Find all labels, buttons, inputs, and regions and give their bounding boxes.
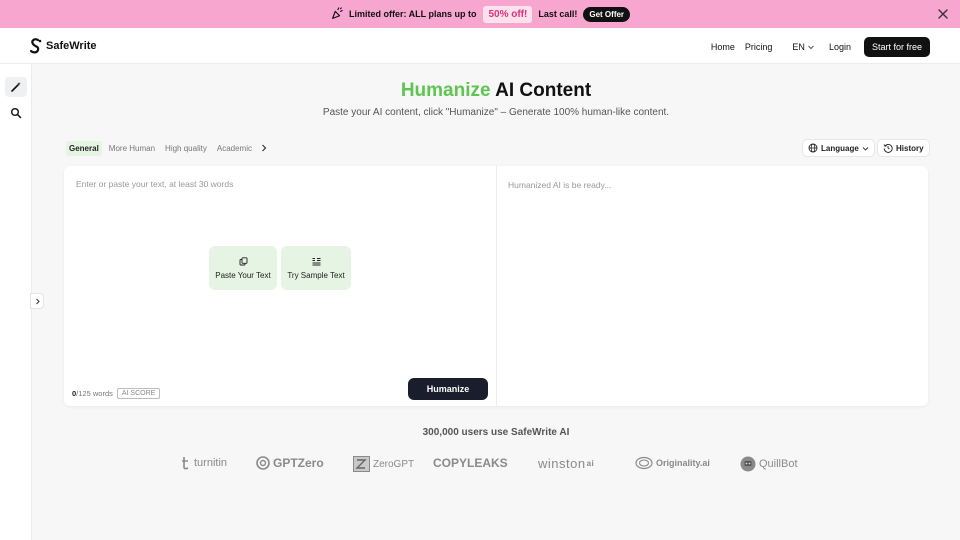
brand-logo[interactable]: SafeWrite: [28, 37, 97, 54]
tab-high-quality[interactable]: High quality: [162, 141, 210, 156]
input-textarea[interactable]: [70, 174, 490, 366]
partner-logos: turnitin GPTZero ZeroGPT COPYLEAKS winst…: [0, 452, 960, 478]
humanizer-editor: Humanized AI is be ready... Paste Your T…: [64, 166, 928, 406]
sample-text-icon: [312, 257, 320, 265]
chevron-right-icon: [35, 298, 40, 304]
turnitin-logo: turnitin: [182, 456, 227, 470]
turnitin-logo-icon: [182, 457, 189, 470]
tab-general[interactable]: General: [66, 140, 102, 156]
top-nav: SafeWrite Home Pricing EN Login Start fo…: [0, 28, 960, 64]
chevron-right-icon[interactable]: [259, 143, 269, 153]
quillbot-logo: QuillBot: [740, 456, 798, 472]
title-accent: Humanize: [400, 80, 491, 101]
gptzero-logo-icon: [256, 456, 270, 470]
word-counter: 0 /125 words AI SCORE: [72, 388, 161, 399]
globe-icon: [808, 143, 818, 153]
originality-logo: Originality.ai: [635, 456, 710, 470]
brand-name: SafeWrite: [46, 39, 97, 52]
language-dropdown[interactable]: Language: [802, 139, 875, 157]
ai-score-button[interactable]: AI SCORE: [116, 388, 161, 399]
output-placeholder: Humanized AI is be ready...: [508, 180, 612, 190]
tab-more-human[interactable]: More Human: [106, 141, 158, 156]
tab-academic[interactable]: Academic: [214, 141, 255, 156]
start-for-free-button[interactable]: Start for free: [863, 37, 930, 57]
title-rest: AI Content: [495, 80, 592, 101]
copyleaks-logo: COPYLEAKS: [433, 456, 508, 470]
pane-divider: [496, 166, 497, 406]
page-title: Humanize AI Content: [0, 80, 960, 102]
promo-text: Limited offer: ALL plans up to: [348, 9, 477, 19]
nav-link-home[interactable]: Home: [711, 42, 735, 52]
try-sample-button[interactable]: Try Sample Text: [281, 246, 351, 290]
humanize-button[interactable]: Humanize: [408, 378, 488, 400]
get-offer-button[interactable]: Get Offer: [583, 6, 631, 22]
last-call-text: Last call!: [538, 9, 578, 19]
mode-tabs: General More Human High quality Academic: [66, 140, 269, 156]
paste-text-label: Paste Your Text: [215, 270, 271, 280]
page-subtitle: Paste your AI content, click "Humanize" …: [322, 107, 670, 118]
language-code: EN: [792, 42, 805, 52]
winston-ai-mark: ai: [586, 459, 595, 468]
word-limit: /125 words: [76, 389, 113, 398]
try-sample-label: Try Sample Text: [287, 270, 345, 280]
users-count-text: 300,000 users use SafeWrite AI: [422, 427, 570, 438]
zerogpt-logo-icon: [353, 456, 370, 472]
quillbot-logo-icon: [740, 456, 756, 472]
history-label: History: [896, 143, 924, 153]
expand-sidebar-button[interactable]: [30, 293, 44, 309]
login-link[interactable]: Login: [829, 42, 851, 52]
promo-banner: Limited offer: ALL plans up to 50% off! …: [0, 0, 960, 28]
chevron-down-icon: [862, 146, 869, 151]
history-icon: [883, 143, 893, 153]
history-button[interactable]: History: [877, 139, 930, 157]
chevron-down-icon: [808, 45, 814, 50]
party-popper-icon: [332, 7, 343, 19]
zerogpt-logo: ZeroGPT: [353, 456, 414, 472]
close-icon[interactable]: [936, 7, 950, 21]
nav-link-pricing[interactable]: Pricing: [745, 42, 773, 52]
nav-links: Home Pricing EN Login Start for free: [711, 37, 930, 57]
safewrite-logo-icon: [29, 38, 42, 54]
clipboard-icon: [239, 256, 247, 265]
gptzero-logo: GPTZero: [256, 456, 324, 470]
winston-logo: winston ai: [538, 456, 595, 471]
originality-logo-icon: [635, 456, 653, 470]
paste-text-button[interactable]: Paste Your Text: [209, 246, 277, 290]
discount-badge: 50% off!: [483, 5, 533, 23]
language-dropdown-label: Language: [821, 143, 859, 153]
language-switcher[interactable]: EN: [782, 42, 815, 52]
